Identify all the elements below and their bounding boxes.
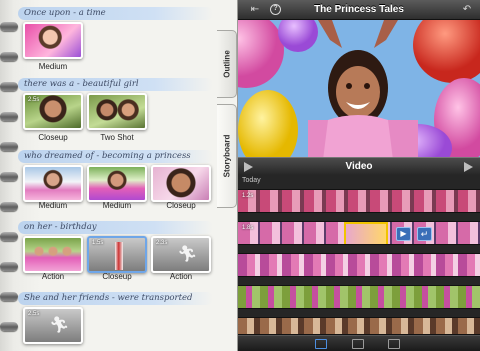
camera-icon[interactable] [388,339,400,349]
list-icon[interactable] [315,339,327,349]
video-clip-strip[interactable] [238,253,480,277]
shot-label: Medium [38,201,68,210]
video-browser-header: Video [238,157,480,175]
binder-ring [0,172,18,181]
binder-ring [0,112,18,121]
play-icon[interactable]: ▶ [396,227,411,241]
section-caption[interactable]: on her - birthday [18,221,213,234]
binder-ring [0,292,18,301]
shot-thumbnail[interactable] [151,165,211,202]
project-title: The Princess Tales [314,4,404,15]
shot-thumbnail[interactable] [23,22,83,59]
section-caption[interactable]: there was a - beautiful girl [18,78,213,91]
shot-label: Action [41,272,65,281]
shot-thumbnail[interactable] [23,165,83,202]
binder-ring [0,22,18,31]
binder-ring [0,322,18,331]
top-toolbar: ⇤ ? The Princess Tales ↶ [238,0,480,20]
section-caption[interactable]: She and her friends - were transported [18,292,213,305]
running-figure-icon: 🏃︎ [49,317,70,334]
video-clip-strip[interactable] [238,285,480,309]
video-clip-strip[interactable]: 1.2s [238,189,480,213]
shot-placeholder[interactable]: 2.3s 🏃︎ [151,236,211,273]
binder-ring [0,202,18,211]
binder-ring [0,262,18,271]
insert-icon[interactable]: ↵ [417,227,432,241]
shot-thumbnail[interactable] [23,236,83,273]
tab-storyboard[interactable]: Storyboard [217,104,237,208]
binder-ring [0,142,18,151]
shot-placeholder[interactable]: 2.5s 🏃︎ [23,307,83,344]
bottom-toolbar [238,335,480,351]
shot-label: Closeup [166,201,196,210]
date-section-label: Today [242,177,261,184]
selected-clip-range[interactable] [344,222,388,244]
video-clip-strip[interactable] [238,317,480,335]
shot-label: Closeup [38,133,68,142]
video-clip-strip[interactable]: 1.8s ▶ ↵ [238,221,480,245]
shot-label: Closeup [102,272,132,281]
shot-thumbnail[interactable] [87,93,147,130]
shot-label: Two Shot [100,133,134,142]
video-preview[interactable] [238,20,480,157]
binder-ring [0,82,18,91]
binder-ring [0,232,18,241]
binder-ring [0,52,18,61]
storyboard-notebook: Once upon - a time Medium there was a - … [0,0,238,351]
section-caption[interactable]: who dreamed of - becoming a princess [18,150,213,163]
stack-icon[interactable] [352,339,364,349]
section-caption[interactable]: Once upon - a time [18,7,213,20]
video-browser[interactable]: Today 1.2s 1.8s ▶ ↵ [238,175,480,335]
shot-label: Action [169,272,193,281]
preview-frame [238,20,480,157]
shot-label: Medium [102,201,132,210]
undo-icon[interactable]: ↶ [460,3,474,17]
video-header-label: Video [345,161,373,172]
tab-outline[interactable]: Outline [217,30,237,98]
playhead-marker [115,242,123,270]
shot-thumbnail[interactable]: 2.5s [23,93,83,130]
play-icon[interactable] [464,162,473,172]
shot-label: Medium [38,62,68,71]
shot-placeholder[interactable]: 1.5s [87,236,147,273]
shot-thumbnail[interactable] [87,165,147,202]
running-figure-icon: 🏃︎ [177,246,198,263]
